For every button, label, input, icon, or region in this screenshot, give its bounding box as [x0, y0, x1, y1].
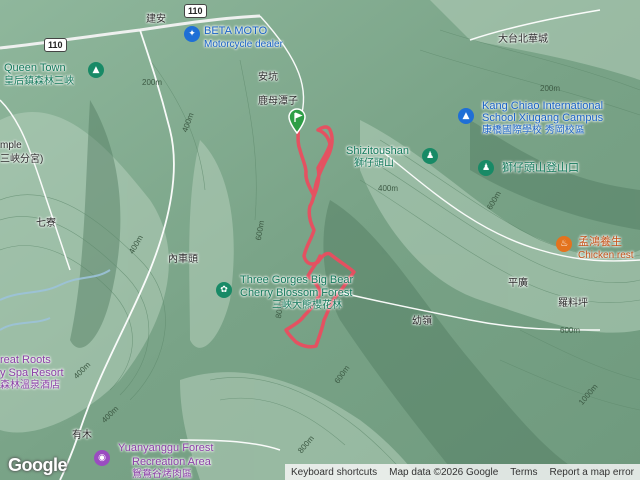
start-flag-icon[interactable]: [287, 108, 307, 134]
place-neichetou[interactable]: 內車頭: [168, 254, 198, 265]
poi-yuanyanggu-title[interactable]: Yuanyanggu Forest: [118, 442, 213, 454]
hiking-icon[interactable]: ♟: [478, 160, 494, 176]
place-xiafenggong[interactable]: 三峽分宮): [0, 154, 43, 165]
map-footer: Keyboard shortcuts Map data ©2026 Google…: [284, 464, 640, 480]
report-error-link[interactable]: Report a map error: [544, 467, 640, 478]
school-icon[interactable]: ▲: [458, 108, 474, 124]
keyboard-shortcuts-link[interactable]: Keyboard shortcuts: [285, 467, 383, 478]
poi-great-roots-subtitle[interactable]: 森林溫泉酒店: [0, 380, 60, 391]
poi-menghong-title[interactable]: 孟鴻養生: [578, 236, 622, 248]
poi-shizitoushan-title[interactable]: Shizitoushan: [346, 145, 409, 157]
poi-beta-moto-subtitle[interactable]: Motorcycle dealer: [204, 39, 283, 50]
place-datai-beihua[interactable]: 大台北華城: [498, 34, 548, 45]
poi-queen-town-subtitle[interactable]: 皇后鎮森林三峽: [4, 76, 74, 87]
poi-yuanyanggu-line2[interactable]: Recreation Area: [132, 456, 211, 468]
restaurant-icon[interactable]: ♨: [556, 236, 572, 252]
map-data-attribution: Map data ©2026 Google: [389, 466, 499, 478]
camera-icon[interactable]: ◉: [94, 450, 110, 466]
elevation-label: 200m: [540, 84, 561, 93]
park-icon[interactable]: ▲: [88, 62, 104, 78]
place-qiliao[interactable]: 七寮: [36, 218, 56, 229]
place-youling[interactable]: 幼嶺: [412, 316, 432, 327]
poi-yuanyanggu-subtitle[interactable]: 鴛鴦谷烤肉區: [132, 469, 192, 480]
place-jianan[interactable]: 建安: [146, 14, 166, 25]
poi-bigbear-title[interactable]: Three Gorges Big Bear: [240, 274, 353, 286]
poi-bigbear-subtitle[interactable]: 三峽大熊櫻花林: [272, 300, 342, 311]
poi-shizitoushan-subtitle[interactable]: 獅仔頭山: [354, 158, 394, 169]
place-youmu[interactable]: 有木: [72, 430, 92, 441]
poi-great-roots-title[interactable]: reat Roots: [0, 354, 51, 366]
poi-bigbear-line2[interactable]: Cherry Blossom Forest: [240, 287, 352, 299]
route-110-shield-top: 110: [184, 4, 207, 18]
poi-beta-moto-title[interactable]: BETA MOTO: [204, 25, 267, 37]
elevation-label: 200m: [142, 78, 163, 87]
place-mple[interactable]: mple: [0, 140, 22, 151]
elevation-label: 400m: [378, 184, 399, 193]
motorcycle-icon[interactable]: ✦: [184, 26, 200, 42]
poi-kang-chiao-line2[interactable]: School Xiugang Campus: [482, 112, 603, 124]
poi-trailhead-title[interactable]: 獅仔頭山登山口: [502, 162, 579, 174]
place-luoliaoping[interactable]: 羅料坪: [558, 298, 588, 309]
place-ankeng[interactable]: 安坑: [258, 72, 278, 83]
place-lumutanzi[interactable]: 鹿母潭子: [258, 96, 298, 107]
poi-queen-town-title[interactable]: Queen Town: [4, 62, 66, 74]
hiking-icon[interactable]: ♟: [422, 148, 438, 164]
place-pingguang[interactable]: 平廣: [508, 278, 528, 289]
poi-menghong-subtitle[interactable]: Chicken rest: [578, 250, 634, 261]
terms-link[interactable]: Terms: [504, 467, 543, 478]
google-logo[interactable]: Google: [8, 455, 68, 476]
poi-kang-chiao-subtitle[interactable]: 康橋國際學校 秀岡校區: [482, 125, 585, 136]
flower-icon[interactable]: ✿: [216, 282, 232, 298]
elevation-label: 600m: [560, 326, 581, 335]
poi-great-roots-line2[interactable]: y Spa Resort: [0, 367, 64, 379]
poi-kang-chiao-title[interactable]: Kang Chiao International: [482, 100, 603, 112]
route-110-shield-left: 110: [44, 38, 67, 52]
